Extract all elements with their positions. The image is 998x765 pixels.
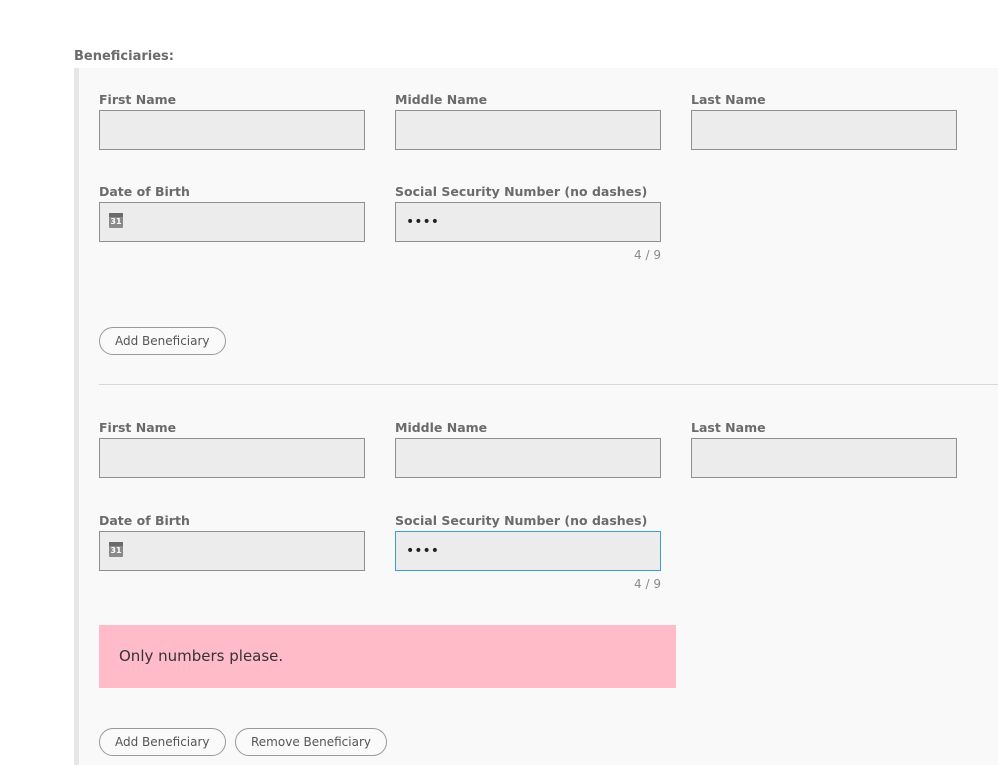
ssn-char-counter: 4 / 9 (634, 248, 661, 262)
beneficiaries-heading: Beneficiaries: (74, 49, 174, 64)
dob-input[interactable] (99, 531, 365, 571)
add-beneficiary-button[interactable]: Add Beneficiary (99, 327, 226, 355)
ssn-label: Social Security Number (no dashes) (395, 184, 648, 199)
calendar-icon[interactable]: 31 (109, 213, 123, 228)
first-name-input[interactable] (99, 110, 365, 150)
beneficiaries-panel: First Name Middle Name Last Name Date of… (74, 68, 998, 765)
ssn-char-counter: 4 / 9 (634, 577, 661, 591)
middle-name-input[interactable] (395, 110, 661, 150)
ssn-error-message: Only numbers please. (99, 625, 676, 688)
last-name-label: Last Name (691, 92, 766, 107)
beneficiary-divider (99, 384, 998, 385)
ssn-input[interactable] (395, 531, 661, 571)
dob-label: Date of Birth (99, 184, 190, 199)
middle-name-input[interactable] (395, 438, 661, 478)
ssn-label: Social Security Number (no dashes) (395, 513, 648, 528)
dob-input[interactable] (99, 202, 365, 242)
middle-name-label: Middle Name (395, 420, 488, 435)
last-name-input[interactable] (691, 110, 957, 150)
ssn-input[interactable] (395, 202, 661, 242)
remove-beneficiary-button[interactable]: Remove Beneficiary (235, 728, 387, 756)
dob-label: Date of Birth (99, 513, 190, 528)
middle-name-label: Middle Name (395, 92, 488, 107)
last-name-label: Last Name (691, 420, 766, 435)
last-name-input[interactable] (691, 438, 957, 478)
calendar-icon-day: 31 (110, 217, 122, 226)
first-name-label: First Name (99, 92, 177, 107)
calendar-icon-day: 31 (110, 546, 122, 555)
first-name-label: First Name (99, 420, 177, 435)
first-name-input[interactable] (99, 438, 365, 478)
add-beneficiary-button[interactable]: Add Beneficiary (99, 728, 226, 756)
calendar-icon[interactable]: 31 (109, 542, 123, 557)
